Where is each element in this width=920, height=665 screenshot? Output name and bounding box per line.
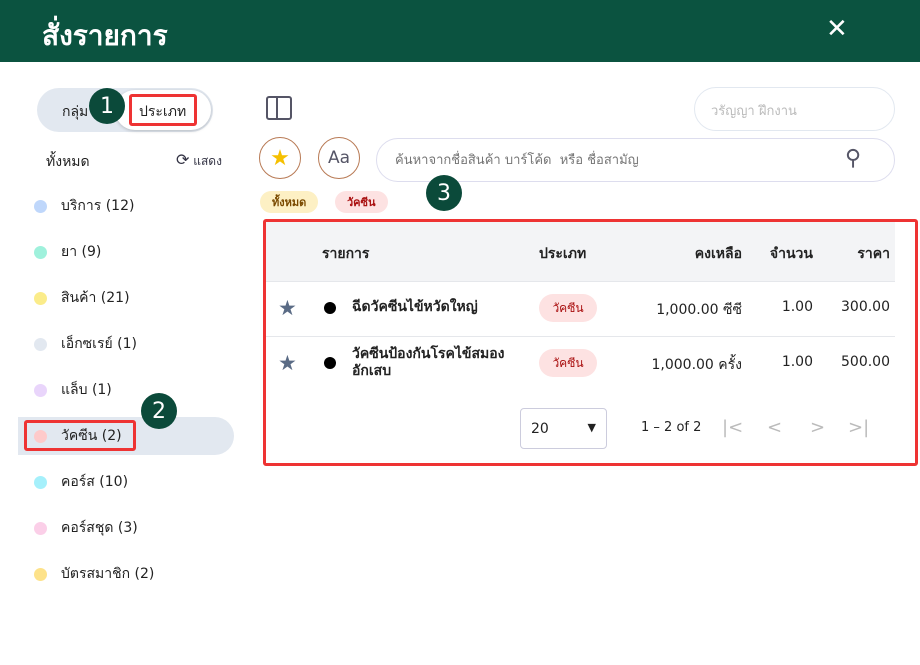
col-type: ประเภท [539,246,587,262]
user-field[interactable]: วรัญญา ฝึกงาน [694,87,895,131]
sidebar-item-label: คอร์สชุด (3) [61,520,138,536]
page-size-value: 20 [531,421,549,437]
item-qty: 1.00 [781,299,813,315]
category-dot [34,521,47,535]
close-icon[interactable]: ✕ [826,14,848,44]
col-qty: จำนวน [769,246,813,262]
sidebar-item-label: แล็บ (1) [61,382,112,398]
caret-down-icon: ▼ [587,421,596,434]
star-icon: ★ [270,145,290,171]
first-page-icon[interactable]: |< [722,417,743,438]
annotation-1: 1 [89,88,125,124]
sidebar-item[interactable]: เอ็กซเรย์ (1) [18,325,234,363]
item-qty: 1.00 [781,354,813,370]
category-dot [34,291,47,305]
favorite-star-icon[interactable]: ★ [278,296,297,320]
sidebar-item[interactable]: บัตรสมาชิก (2) [18,555,234,593]
sidebar-item[interactable]: แล็บ (1) [18,371,234,409]
search-icon[interactable]: ⚲ [845,146,861,171]
sidebar-item-label: คอร์ส (10) [61,474,129,490]
all-label: ทั้งหมด [46,154,90,170]
refresh-icon: ⟳ [176,150,190,169]
search-input[interactable] [376,138,895,182]
sidebar-item[interactable]: คอร์ส (10) [18,463,234,501]
item-remaining: 1,000.00 ครั้ง [651,357,742,373]
category-dot [34,337,47,351]
chip-vaccine[interactable]: วัคซีน [335,191,388,213]
prev-page-icon[interactable]: < [767,417,782,438]
sidebar-item-label: ยา (9) [61,244,102,260]
font-button[interactable]: Aa [318,137,360,179]
item-name[interactable]: ฉีดวัคซีนไข้หวัดใหญ่ [352,299,478,316]
dialog-title: สั่งรายการ [42,19,168,52]
type-badge: วัคซีน [539,294,597,322]
col-price: ราคา [857,246,890,262]
item-price: 500.00 [841,354,890,370]
highlight-box [129,94,197,126]
col-remaining: คงเหลือ [694,246,742,262]
sidebar-item-label: สินค้า (21) [61,290,130,306]
favorite-star-icon[interactable]: ★ [278,351,297,375]
highlight-box [24,420,136,451]
annotation-3: 3 [426,175,462,211]
sidebar-item[interactable]: ยา (9) [18,233,234,271]
item-name[interactable]: วัคซีนป้องกันโรคไข้สมอง อักเสบ [352,346,505,380]
toggle-group[interactable]: กลุ่ม [62,101,88,123]
item-price: 300.00 [841,299,890,315]
sidebar-item[interactable]: คอร์สชุด (3) [18,509,234,547]
show-button[interactable]: ⟳ แสดง [176,150,222,171]
category-dot [34,383,47,397]
show-label: แสดง [193,154,222,168]
annotation-2: 2 [141,393,177,429]
favorite-filter-button[interactable]: ★ [259,137,301,179]
category-dot [34,475,47,489]
category-dot [34,567,47,581]
last-page-icon[interactable]: >| [848,417,869,438]
category-dot [34,245,47,259]
item-remaining: 1,000.00 ซีซี [656,302,742,318]
item-dot [324,357,336,369]
sidebar-toggle-icon[interactable] [266,96,292,120]
chip-all[interactable]: ทั้งหมด [260,191,319,213]
col-name: รายการ [322,246,370,262]
sidebar-item-label: บัตรสมาชิก (2) [61,566,155,582]
sidebar-item-label: บริการ (12) [61,198,135,214]
next-page-icon[interactable]: > [810,417,825,438]
type-badge: วัคซีน [539,349,597,377]
category-dot [34,199,47,213]
page-size-select[interactable]: 20 ▼ [520,408,607,449]
sidebar-item[interactable]: สินค้า (21) [18,279,234,317]
sidebar-item[interactable]: บริการ (12) [18,187,234,225]
item-dot [324,302,336,314]
row-divider [266,336,895,337]
page-range: 1 – 2 of 2 [641,420,702,435]
sidebar-item-label: เอ็กซเรย์ (1) [61,336,137,352]
